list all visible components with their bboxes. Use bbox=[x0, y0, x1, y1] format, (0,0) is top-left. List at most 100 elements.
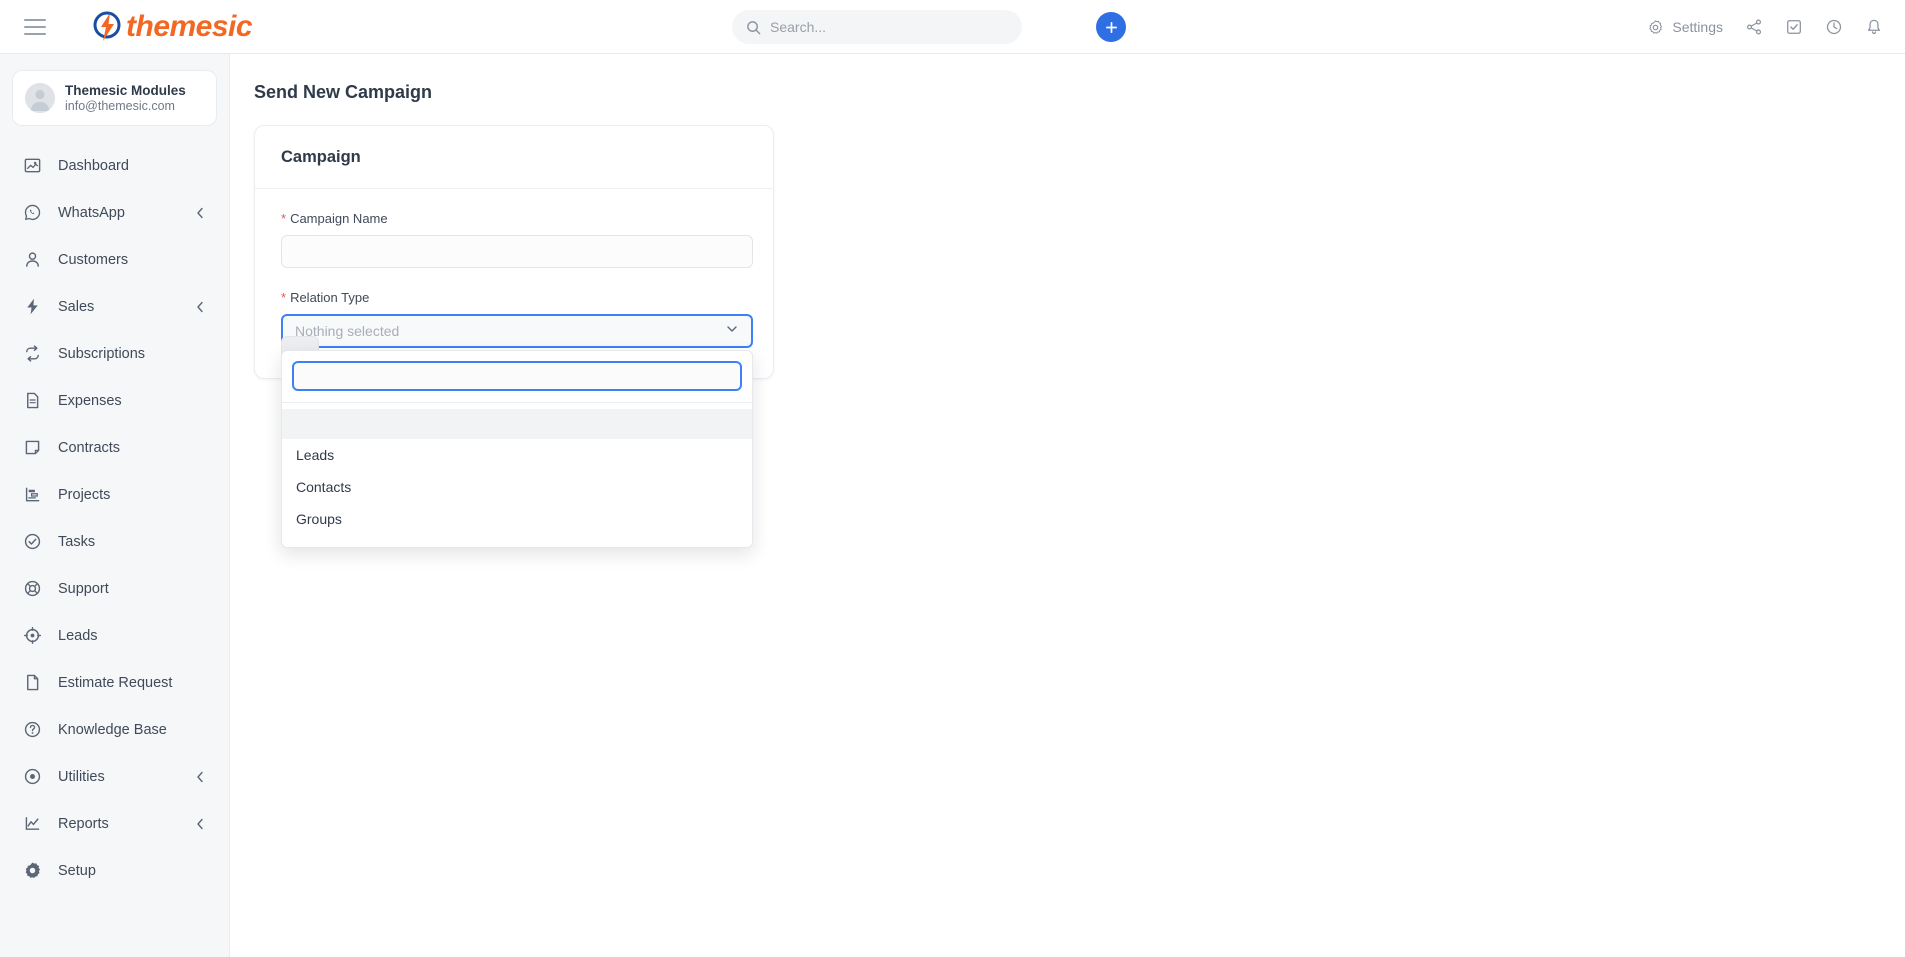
dropdown-option-blank[interactable] bbox=[282, 409, 752, 439]
sidebar-item-sales[interactable]: Sales bbox=[0, 283, 229, 330]
main-content: Send New Campaign Campaign * Campaign Na… bbox=[230, 54, 1905, 957]
settings-button[interactable]: Settings bbox=[1647, 19, 1723, 36]
card-title: Campaign bbox=[281, 147, 361, 166]
hamburger-bar bbox=[24, 25, 46, 28]
sidebar-item-projects[interactable]: Projects bbox=[0, 471, 229, 518]
top-bar-actions: Settings bbox=[1647, 0, 1883, 54]
relation-type-select-wrapper: Nothing selected Leads Contacts Groups bbox=[281, 314, 753, 548]
checkbox-icon[interactable] bbox=[1785, 18, 1803, 36]
required-marker: * bbox=[281, 290, 287, 305]
logo-text: themesic bbox=[126, 9, 253, 43]
search-icon bbox=[747, 20, 761, 34]
add-new-button[interactable] bbox=[1096, 12, 1126, 42]
sidebar-item-label: Contracts bbox=[58, 439, 121, 456]
dropdown-option-leads[interactable]: Leads bbox=[282, 439, 752, 471]
dropdown-option-list: Leads Contacts Groups bbox=[282, 403, 752, 547]
sidebar-item-whatsapp[interactable]: WhatsApp bbox=[0, 189, 229, 236]
chevron-left-icon[interactable] bbox=[195, 301, 205, 313]
search-placeholder: Search... bbox=[770, 19, 827, 35]
chevron-left-icon[interactable] bbox=[195, 771, 205, 783]
share-icon[interactable] bbox=[1745, 18, 1763, 36]
sidebar: Themesic Modules info@themesic.com Dashb… bbox=[0, 54, 230, 957]
sidebar-item-label: Sales bbox=[58, 298, 95, 315]
sidebar-item-label: Knowledge Base bbox=[58, 721, 167, 738]
settings-label: Settings bbox=[1672, 19, 1723, 35]
chart-line-icon bbox=[22, 814, 42, 834]
sidebar-item-reports[interactable]: Reports bbox=[0, 800, 229, 847]
lifebuoy-icon bbox=[22, 579, 42, 599]
cog-icon bbox=[22, 861, 42, 881]
avatar bbox=[25, 83, 55, 113]
page-title: Send New Campaign bbox=[254, 82, 433, 102]
dropdown-option-contacts[interactable]: Contacts bbox=[282, 471, 752, 503]
hamburger-bar bbox=[24, 32, 46, 35]
file-icon bbox=[22, 673, 42, 693]
sidebar-item-estimate-request[interactable]: Estimate Request bbox=[0, 659, 229, 706]
sidebar-item-label: Tasks bbox=[58, 533, 96, 550]
contract-icon bbox=[22, 438, 42, 458]
campaign-name-input[interactable] bbox=[281, 235, 753, 268]
target-icon bbox=[22, 626, 42, 646]
plus-icon bbox=[1105, 21, 1117, 33]
themesic-bolt-logo bbox=[93, 11, 121, 41]
card-header: Campaign bbox=[255, 126, 773, 189]
bell-icon[interactable] bbox=[1865, 18, 1883, 36]
sidebar-item-label: Reports bbox=[58, 815, 109, 832]
sidebar-item-label: Utilities bbox=[58, 768, 105, 785]
hamburger-bar bbox=[24, 18, 46, 21]
chevron-left-icon[interactable] bbox=[195, 818, 205, 830]
sidebar-item-support[interactable]: Support bbox=[0, 565, 229, 612]
hamburger-icon[interactable] bbox=[24, 18, 46, 35]
bolt-icon bbox=[22, 297, 42, 317]
campaign-card: Campaign * Campaign Name * Relation Type… bbox=[254, 125, 774, 548]
profile-name: Themesic Modules bbox=[65, 83, 186, 98]
campaign-name-label-text: Campaign Name bbox=[290, 211, 388, 226]
dropdown-search-input[interactable] bbox=[292, 361, 742, 391]
chevron-left-icon[interactable] bbox=[195, 207, 205, 219]
search-input[interactable]: Search... bbox=[732, 10, 1022, 44]
dropdown-option-groups[interactable]: Groups bbox=[282, 503, 752, 535]
projects-icon bbox=[22, 485, 42, 505]
check-circle-icon bbox=[22, 532, 42, 552]
sidebar-item-label: Customers bbox=[58, 251, 129, 268]
required-marker: * bbox=[281, 211, 287, 226]
sidebar-item-leads[interactable]: Leads bbox=[0, 612, 229, 659]
profile-email: info@themesic.com bbox=[65, 99, 175, 113]
sidebar-item-expenses[interactable]: Expenses bbox=[0, 377, 229, 424]
clock-icon[interactable] bbox=[1825, 18, 1843, 36]
relation-type-label-text: Relation Type bbox=[290, 290, 370, 305]
sidebar-item-customers[interactable]: Customers bbox=[0, 236, 229, 283]
dashboard-icon bbox=[22, 156, 42, 176]
card-body: * Campaign Name * Relation Type Nothing … bbox=[255, 189, 773, 548]
sidebar-item-label: Subscriptions bbox=[58, 345, 146, 362]
document-icon bbox=[22, 391, 42, 411]
campaign-name-label: * Campaign Name bbox=[281, 211, 747, 226]
user-profile-card[interactable]: Themesic Modules info@themesic.com bbox=[12, 70, 217, 126]
sidebar-item-knowledge-base[interactable]: Knowledge Base bbox=[0, 706, 229, 753]
question-circle-icon bbox=[22, 720, 42, 740]
sidebar-item-setup[interactable]: Setup bbox=[0, 847, 229, 894]
whatsapp-icon bbox=[22, 203, 42, 223]
sidebar-item-label: Expenses bbox=[58, 392, 122, 409]
sidebar-item-label: WhatsApp bbox=[58, 204, 125, 221]
sidebar-item-tasks[interactable]: Tasks bbox=[0, 518, 229, 565]
profile-text: Themesic Modules info@themesic.com bbox=[65, 83, 186, 113]
relation-type-select[interactable]: Nothing selected bbox=[281, 314, 753, 348]
record-circle-icon bbox=[22, 767, 42, 787]
dropdown-search-row bbox=[282, 361, 752, 403]
sidebar-nav: Dashboard WhatsApp Customers Sales Subsc… bbox=[0, 142, 229, 894]
sidebar-item-contracts[interactable]: Contracts bbox=[0, 424, 229, 471]
sidebar-item-label: Support bbox=[58, 580, 109, 597]
avatar-icon bbox=[25, 83, 55, 113]
sidebar-item-utilities[interactable]: Utilities bbox=[0, 753, 229, 800]
relation-type-label: * Relation Type bbox=[281, 290, 747, 305]
sidebar-item-dashboard[interactable]: Dashboard bbox=[0, 142, 229, 189]
sidebar-item-label: Estimate Request bbox=[58, 674, 173, 691]
sidebar-item-subscriptions[interactable]: Subscriptions bbox=[0, 330, 229, 377]
refresh-icon bbox=[22, 344, 42, 364]
sidebar-item-label: Dashboard bbox=[58, 157, 129, 174]
sidebar-item-label: Projects bbox=[58, 486, 111, 503]
sidebar-item-label: Leads bbox=[58, 627, 98, 644]
app-logo[interactable]: themesic bbox=[90, 9, 253, 44]
